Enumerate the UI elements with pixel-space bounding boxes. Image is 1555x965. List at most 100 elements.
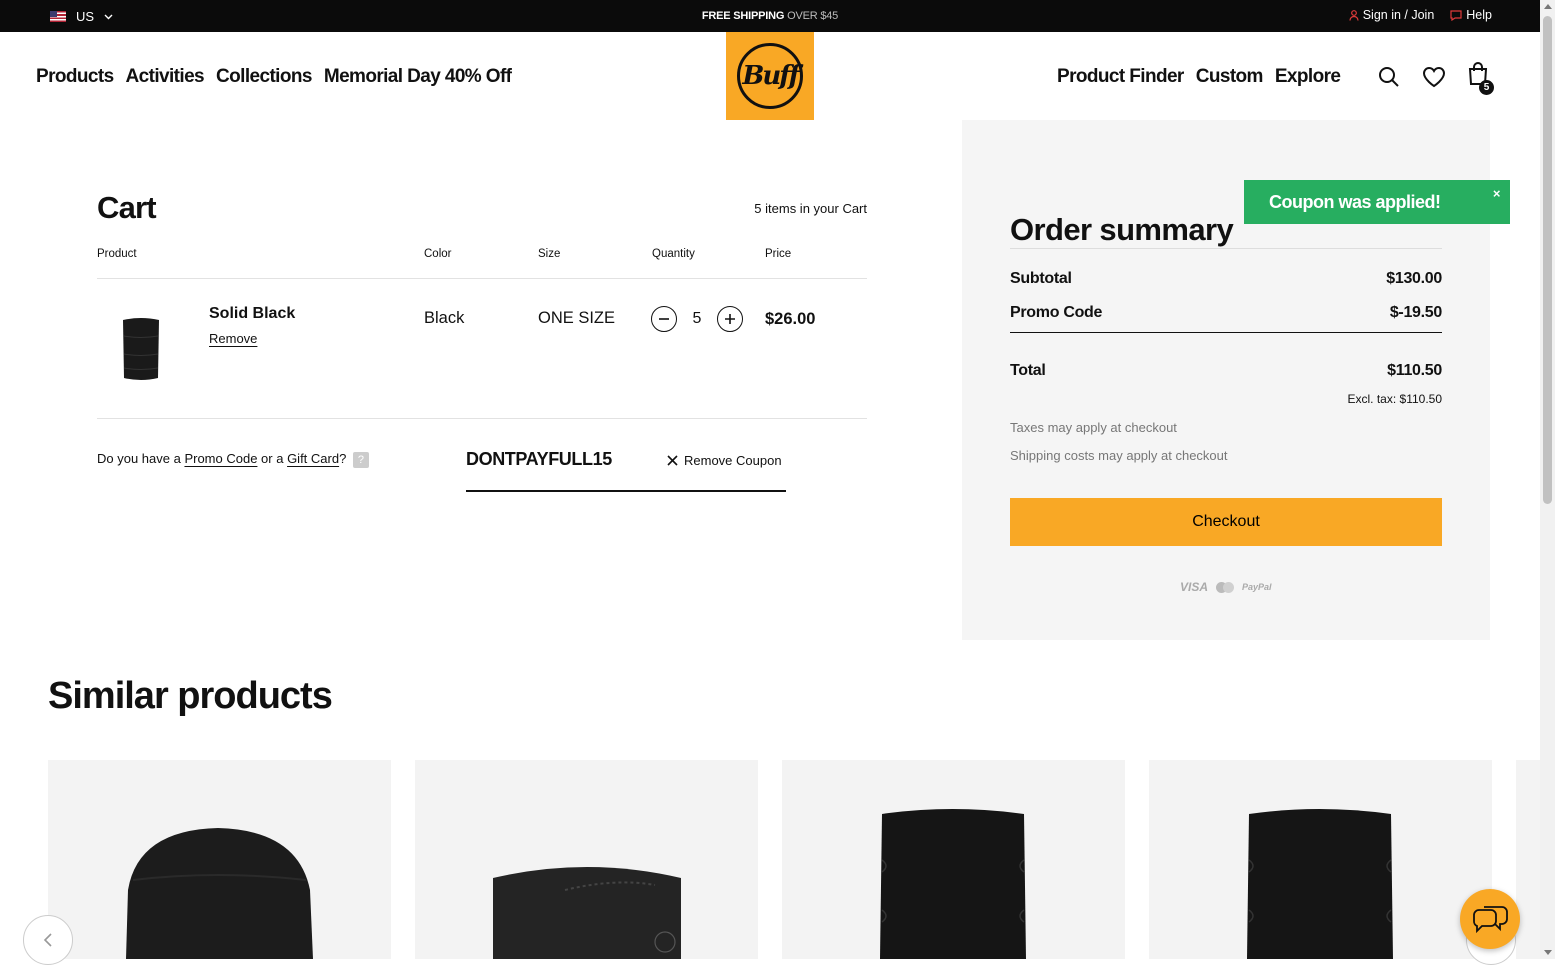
cart-count-badge: 5 <box>1479 80 1494 95</box>
nav-item-product-finder[interactable]: Product Finder <box>1057 66 1184 88</box>
promo-value: $-19.50 <box>1389 304 1442 321</box>
search-icon[interactable] <box>1378 66 1400 88</box>
order-summary-title: Order summary <box>1010 212 1234 247</box>
cart-title: Cart <box>97 190 157 225</box>
table-divider <box>97 278 867 279</box>
user-icon <box>1349 9 1359 21</box>
total-row: Total $110.50 <box>1010 362 1442 380</box>
logo-text: Buff <box>742 61 799 91</box>
chat-bubble-icon <box>1450 9 1462 21</box>
increase-quantity-button[interactable] <box>717 306 743 332</box>
headband-product-image <box>493 867 681 959</box>
chat-icon <box>1473 906 1508 934</box>
visa-logo: VISA <box>1180 580 1209 594</box>
promo-label: Promo Code <box>1010 304 1103 321</box>
main-header: Products Activities Collections Memorial… <box>0 32 1540 120</box>
nav-item-custom[interactable]: Custom <box>1196 66 1264 88</box>
coupon-underline <box>466 490 786 492</box>
scroll-up-arrow[interactable] <box>1544 4 1552 9</box>
chevron-left-icon <box>43 933 52 947</box>
promo-row: Promo Code $-19.50 <box>1010 304 1442 322</box>
summary-total-divider <box>1010 332 1442 333</box>
carousel-prev-button[interactable] <box>23 915 73 965</box>
coupon-applied-toast: Coupon was applied! × <box>1244 180 1510 224</box>
toast-message: Coupon was applied! <box>1269 191 1441 212</box>
nav-item-explore[interactable]: Explore <box>1275 66 1341 88</box>
toast-close-button[interactable]: × <box>1493 186 1501 201</box>
minus-icon <box>659 318 669 320</box>
product-card[interactable] <box>1149 760 1492 959</box>
beanie-product-image <box>126 828 313 959</box>
nav-item-collections[interactable]: Collections <box>216 66 312 88</box>
subtotal-row: Subtotal $130.00 <box>1010 270 1442 288</box>
scroll-thumb[interactable] <box>1543 16 1552 504</box>
subtotal-label: Subtotal <box>1010 270 1072 287</box>
logo-mark: Buff <box>737 43 803 109</box>
help-question-icon[interactable]: ? <box>352 451 369 468</box>
quantity-stepper: 5 <box>651 306 743 332</box>
subtotal-value: $130.00 <box>1386 270 1442 287</box>
paypal-logo: PayPal <box>1242 582 1272 592</box>
sign-in-link[interactable]: Sign in / Join <box>1349 8 1434 22</box>
quantity-value: 5 <box>692 310 702 327</box>
mastercard-icon <box>1216 581 1235 593</box>
col-header-price: Price <box>765 248 792 260</box>
page-scrollbar[interactable] <box>1540 0 1555 959</box>
checkout-button[interactable]: Checkout <box>1010 498 1442 546</box>
neckwear-product-image <box>1247 809 1393 959</box>
promo-text-3: ? <box>339 451 347 466</box>
cart-items-count: 5 items in your Cart <box>754 201 867 216</box>
shipping-banner: FREE SHIPPING OVER $45 <box>0 10 1540 22</box>
total-value: $110.50 <box>1387 362 1442 379</box>
decrease-quantity-button[interactable] <box>651 306 677 332</box>
remove-coupon-label: Remove Coupon <box>684 453 782 468</box>
secondary-nav: Product Finder Custom Explore <box>1057 66 1341 88</box>
plus-icon <box>725 314 735 324</box>
cart-bag[interactable]: 5 <box>1468 62 1494 95</box>
promo-text-1: Do you have a <box>97 451 185 466</box>
col-header-product: Product <box>97 248 137 260</box>
taxes-note: Taxes may apply at checkout <box>1010 420 1177 435</box>
product-card[interactable] <box>782 760 1125 959</box>
top-bar: US FREE SHIPPING OVER $45 Sign in / Join… <box>0 0 1540 32</box>
scroll-down-arrow[interactable] <box>1544 950 1552 955</box>
item-color: Black <box>424 309 465 327</box>
product-card[interactable] <box>48 760 391 959</box>
similar-products-title: Similar products <box>48 675 333 717</box>
gift-card-link[interactable]: Gift Card <box>287 451 339 466</box>
buff-logo[interactable]: Buff <box>726 32 814 120</box>
heart-icon[interactable] <box>1422 66 1446 88</box>
total-label: Total <box>1010 362 1046 379</box>
close-icon <box>667 455 678 466</box>
shipping-note: Shipping costs may apply at checkout <box>1010 448 1228 463</box>
item-size: ONE SIZE <box>538 309 616 327</box>
product-card-peek[interactable] <box>1516 760 1540 959</box>
help-link[interactable]: Help <box>1450 8 1492 22</box>
promo-code-link[interactable]: Promo Code <box>184 451 257 466</box>
chat-support-button[interactable] <box>1460 889 1520 949</box>
neckwear-product-image <box>880 809 1026 959</box>
product-name[interactable]: Solid Black <box>209 305 295 323</box>
promo-question: Do you have a Promo Code or a Gift Card?… <box>97 451 369 468</box>
shipping-banner-bold: FREE SHIPPING <box>701 10 785 22</box>
product-thumbnail[interactable] <box>121 316 161 382</box>
primary-nav: Products Activities Collections Memorial… <box>36 66 512 88</box>
applied-coupon-code: DONTPAYFULL15 <box>466 449 612 469</box>
shipping-banner-rest: OVER $45 <box>784 10 839 22</box>
item-price: $26.00 <box>765 310 816 328</box>
payment-logos: VISA PayPal <box>1180 580 1272 594</box>
nav-item-activities[interactable]: Activities <box>126 66 205 88</box>
nav-item-memorial-day[interactable]: Memorial Day 40% Off <box>324 66 512 88</box>
remove-coupon-button[interactable]: Remove Coupon <box>667 453 782 468</box>
nav-item-products[interactable]: Products <box>36 66 114 88</box>
col-header-quantity: Quantity <box>652 248 695 260</box>
excl-tax: Excl. tax: $110.50 <box>1347 392 1443 406</box>
promo-text-2: or a <box>257 451 288 466</box>
col-header-size: Size <box>538 248 561 260</box>
product-card[interactable] <box>415 760 758 959</box>
help-label: Help <box>1466 8 1492 22</box>
remove-item-link[interactable]: Remove <box>209 331 257 346</box>
summary-divider <box>1010 248 1442 249</box>
item-divider <box>97 418 867 419</box>
col-header-color: Color <box>424 248 452 260</box>
